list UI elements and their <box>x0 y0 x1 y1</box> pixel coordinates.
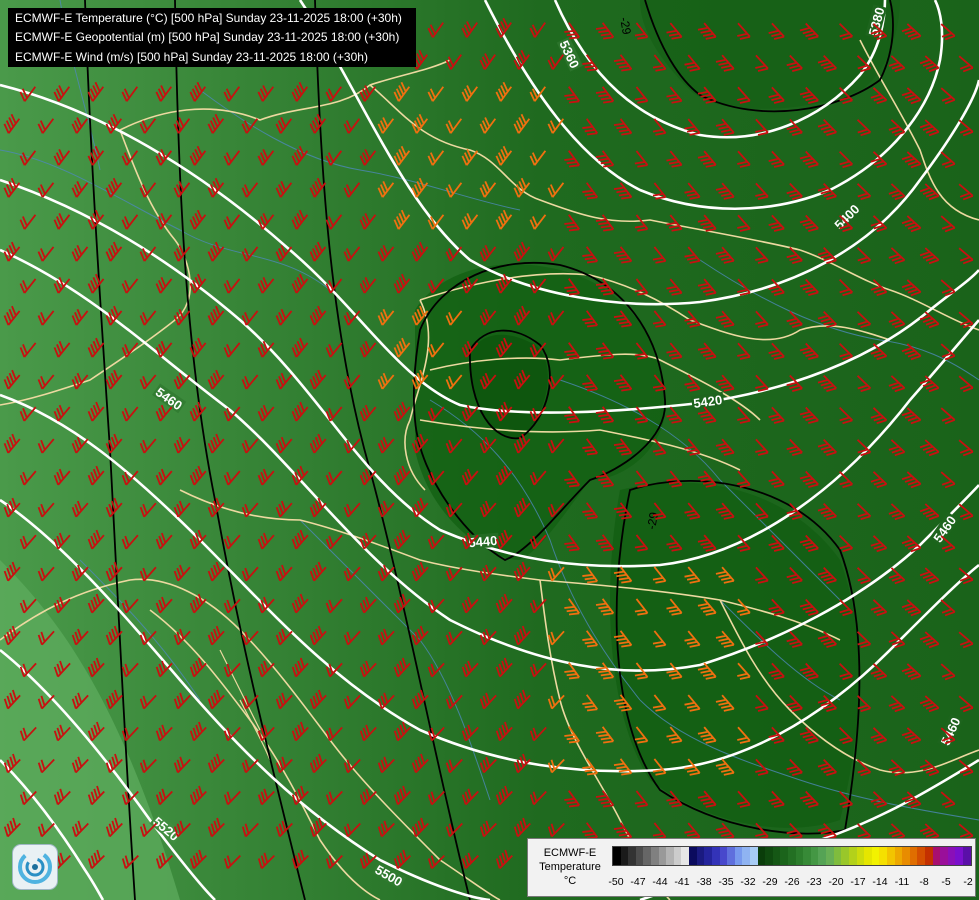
legend-swatch <box>871 847 880 865</box>
legend-swatch <box>924 847 933 865</box>
legend-swatch <box>749 847 758 865</box>
legend-swatch <box>651 847 659 865</box>
legend-tick-label: -11 <box>894 876 910 888</box>
legend-swatch <box>894 847 903 865</box>
legend-swatch <box>818 847 827 865</box>
legend-tick-label: -26 <box>784 876 800 888</box>
legend-swatch <box>795 847 804 865</box>
legend-swatch <box>909 847 918 865</box>
legend-swatch <box>689 847 697 865</box>
legend-swatch <box>940 847 948 865</box>
legend-swatch <box>613 847 621 865</box>
legend-tick-label: -5 <box>941 876 951 888</box>
legend-swatch <box>704 847 712 865</box>
legend-title-line1: ECMWF-E <box>543 847 597 859</box>
legend-tick-label: -38 <box>696 876 712 888</box>
legend-swatch <box>803 847 811 865</box>
legend-ticks: -50 -47 -44 -41 -38 -35 -32 -29 -26 -23 -20 -17 -14-… <box>608 876 974 890</box>
legend-swatch <box>620 847 629 865</box>
weather-map: 5360 5380 5400 5420 5440 5460 5460 5460 … <box>0 0 979 900</box>
legend-swatch <box>810 847 819 865</box>
legend-swatch <box>841 847 849 865</box>
legend-swatch <box>902 847 910 865</box>
legend-title-line2: Temperature <box>539 861 601 873</box>
legend-swatch <box>742 847 750 865</box>
map-title-box: ECMWF-E Temperature (°C) [500 hPa] Sunda… <box>8 8 416 67</box>
temperature-legend: ECMWF-E Temperature °C -50 -47 -44 -41 -38 -3… <box>527 838 976 897</box>
legend-swatch <box>955 847 964 865</box>
legend-tick-label: -35 <box>718 876 734 888</box>
legend-swatch <box>917 847 925 865</box>
legend-tick-label: -2 <box>963 876 973 888</box>
legend-swatch <box>963 847 971 865</box>
legend-swatch <box>719 847 728 865</box>
legend-tick-label: -14 <box>872 876 888 888</box>
legend-swatch <box>772 847 781 865</box>
title-geopotential: ECMWF-E Geopotential (m) [500 hPa] Sunda… <box>15 30 400 45</box>
legend-swatch <box>879 847 887 865</box>
legend-swatch <box>856 847 865 865</box>
legend-swatch <box>643 847 652 865</box>
legend-swatch <box>635 847 644 865</box>
legend-swatch <box>864 847 872 865</box>
legend-tick-label: -8 <box>919 876 929 888</box>
legend-title: ECMWF-E Temperature °C <box>531 846 609 888</box>
legend-tick-label: -17 <box>850 876 866 888</box>
legend-swatch <box>848 847 857 865</box>
legend-swatch <box>673 847 682 865</box>
legend-tick-label: -23 <box>806 876 822 888</box>
legend-unit: °C <box>563 875 577 887</box>
legend-swatch <box>947 847 956 865</box>
title-wind: ECMWF-E Wind (m/s) [500 hPa] Sunday 23-1… <box>15 49 368 64</box>
legend-swatch <box>727 847 735 865</box>
legend-color-bar <box>612 846 972 866</box>
legend-tick-label: -44 <box>652 876 668 888</box>
legend-swatch <box>757 847 766 865</box>
legend-swatch <box>711 847 720 865</box>
legend-tick-label: -20 <box>828 876 844 888</box>
app-logo-icon <box>12 844 58 890</box>
legend-swatch <box>765 847 773 865</box>
legend-tick-label: -29 <box>762 876 778 888</box>
legend-swatch <box>628 847 636 865</box>
legend-swatch <box>696 847 705 865</box>
title-temperature: ECMWF-E Temperature (°C) [500 hPa] Sunda… <box>15 11 402 25</box>
legend-swatch <box>788 847 796 865</box>
legend-swatch <box>658 847 667 865</box>
legend-tick-label: -47 <box>630 876 646 888</box>
legend-tick-label: -50 <box>608 876 624 888</box>
legend-swatch <box>833 847 842 865</box>
legend-swatch <box>932 847 941 865</box>
legend-swatch <box>780 847 789 865</box>
legend-swatch <box>826 847 834 865</box>
legend-swatch <box>734 847 743 865</box>
legend-swatch <box>681 847 690 865</box>
legend-tick-label: -32 <box>740 876 756 888</box>
legend-swatch <box>886 847 895 865</box>
legend-swatch <box>666 847 674 865</box>
legend-tick-label: -41 <box>674 876 690 888</box>
